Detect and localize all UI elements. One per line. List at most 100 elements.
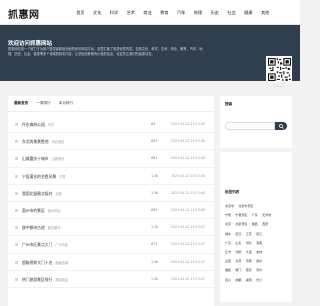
article-title[interactable]: 宁夏著名的名胜风景 宁夏 bbox=[22, 174, 66, 180]
nav-item-home[interactable]: 首页 bbox=[72, 10, 89, 16]
publish-date: 2023-04-22 15:13:48 bbox=[171, 190, 205, 195]
tag-link[interactable]: 西安 bbox=[262, 222, 268, 226]
tab-weekly[interactable]: 一周排行 bbox=[36, 101, 50, 106]
tag-link[interactable]: 河南 bbox=[246, 259, 252, 263]
view-count: 681 bbox=[151, 156, 158, 161]
article-title[interactable]: 东北的美景胜地 东北地区 bbox=[22, 139, 64, 145]
article-title[interactable]: 山城重庆十城市 山城重庆 bbox=[22, 156, 64, 162]
tag-link[interactable]: 吉林 bbox=[256, 250, 262, 254]
view-count: 1.3k bbox=[151, 190, 159, 195]
list-item[interactable]: 丹东森林公园 丹东 84 2023-04-22 15:13:49 bbox=[8, 116, 214, 134]
tag-link[interactable]: 北京 bbox=[225, 222, 231, 226]
tag-link[interactable]: 广东 bbox=[252, 213, 258, 217]
tag-link[interactable]: 北京景区 bbox=[235, 222, 247, 226]
nav-item-science[interactable]: 科学 bbox=[106, 10, 123, 16]
bullet-icon bbox=[15, 191, 18, 195]
tag-link[interactable]: 太原 bbox=[235, 259, 241, 263]
list-item[interactable]: 东北的美景胜地 东北地区 852 2023-04-22 15:13:48 bbox=[8, 133, 214, 151]
tag-link[interactable]: 厦门 bbox=[235, 268, 241, 272]
tag-link[interactable]: 福建 bbox=[225, 268, 231, 272]
article-tag: 丹东 bbox=[47, 123, 55, 127]
tag-link[interactable]: 长沙 bbox=[256, 278, 262, 282]
tag-link[interactable]: 郑州 bbox=[256, 259, 262, 263]
article-title[interactable]: 热门旅游景区排行 旅游景区 bbox=[22, 277, 68, 283]
list-item[interactable]: 山城重庆十城市 山城重庆 681 2023-04-22 15:13:48 bbox=[8, 150, 214, 168]
list-item[interactable]: 热门旅游景区排行 旅游景区 1.0k 2023-04-22 15:13:47 bbox=[8, 271, 214, 288]
article-title[interactable]: 丹东森林公园 丹东 bbox=[22, 122, 54, 128]
nav-item-history[interactable]: 历史 bbox=[206, 10, 223, 16]
tag-link[interactable]: 北京市景区 bbox=[238, 204, 253, 208]
article-title-text: 惠州市的景区 bbox=[22, 207, 45, 213]
nav-item-society[interactable]: 社会 bbox=[223, 10, 240, 16]
bullet-icon bbox=[15, 123, 18, 126]
tag-row: 北京市 ◦ 北京市景区 bbox=[225, 202, 289, 211]
tag-link[interactable]: 山西 bbox=[225, 259, 231, 263]
tag-link[interactable]: 湖南 bbox=[246, 278, 252, 282]
view-count: 695 bbox=[151, 207, 158, 212]
separator-icon: ◦ bbox=[242, 241, 246, 245]
list-item[interactable]: 陕中都市古迹 陕中都市 1.0k 2023-04-22 15:13:47 bbox=[8, 219, 214, 237]
tag-link[interactable]: 北京市 bbox=[225, 204, 234, 208]
article-title[interactable]: 陕中都市古迹 陕中都市 bbox=[22, 225, 61, 231]
article-title[interactable]: 我国北极圈北极村 北极 bbox=[22, 191, 62, 197]
tag-link[interactable]: 河北 bbox=[246, 241, 252, 245]
nav-item-art[interactable]: 艺术 bbox=[122, 10, 139, 16]
nav-item-education[interactable]: 教育 bbox=[156, 10, 173, 16]
list-item[interactable]: 惠州市的景区 惠州市区 695 2023-04-22 15:13:48 bbox=[8, 202, 214, 220]
separator-icon: ◦ bbox=[248, 223, 252, 227]
article-title[interactable]: 超级榜样大门十名 超级名城 bbox=[22, 260, 68, 266]
tag-link[interactable]: 成都 bbox=[235, 278, 241, 282]
tab-latest[interactable]: 最新发布 bbox=[14, 101, 28, 106]
tag-link[interactable]: 南京 bbox=[246, 268, 252, 272]
tag-link[interactable]: 陕西 bbox=[252, 222, 258, 226]
nav-item-other[interactable]: 其他 bbox=[257, 10, 274, 16]
search-button[interactable] bbox=[275, 122, 287, 130]
tag-link[interactable]: 广东 bbox=[225, 241, 231, 245]
tag-link[interactable]: 辽宁 bbox=[225, 250, 231, 254]
list-item[interactable]: 超级榜样大门十名 超级名城 1.5k 2023-04-22 15:13:47 bbox=[8, 254, 214, 271]
search-input[interactable] bbox=[225, 122, 275, 130]
qr-code-icon bbox=[267, 57, 291, 81]
tag-link[interactable]: 江苏 bbox=[246, 232, 252, 236]
nav-item-health[interactable]: 健康 bbox=[240, 10, 257, 16]
tag-link[interactable]: 苏州 bbox=[256, 268, 262, 272]
list-item[interactable]: 宁夏著名的名胜风景 宁夏 1.4k 2023-04-22 15:13:48 bbox=[8, 168, 214, 185]
tag-link[interactable]: 浙江 bbox=[256, 232, 262, 236]
nav-item-auto[interactable]: 汽车 bbox=[173, 10, 190, 16]
bullet-icon bbox=[15, 260, 18, 264]
tag-link[interactable]: 宁夏景区 bbox=[235, 213, 247, 217]
nav-item-business[interactable]: 商业 bbox=[139, 10, 156, 16]
tag-link[interactable]: 宁夏 bbox=[225, 213, 231, 217]
tab-monthly[interactable]: 本月排行 bbox=[59, 101, 73, 106]
separator-icon: ◦ bbox=[242, 278, 246, 282]
list-item[interactable]: 广州市区景点大门 广州市区 672 2023-04-22 15:13:47 bbox=[8, 236, 214, 254]
article-title-text: 广州市区景点大门 bbox=[22, 242, 53, 248]
site-header: 抓惠网 首页 文化 科学 艺术 商业 教育 汽车 地理 历史 社会 健康 其他 bbox=[0, 0, 300, 25]
tag-link[interactable]: 天津市 bbox=[262, 213, 271, 217]
site-logo[interactable]: 抓惠网 bbox=[8, 6, 40, 21]
tag-row: 山西 ◦ 太原 ◦ 河南 ◦ 郑州 bbox=[225, 257, 289, 266]
tag-link[interactable]: 海南 bbox=[256, 241, 262, 245]
tags-panel: 标签列表 北京市 ◦ 北京市景区 宁夏 ◦ 宁夏景区 ◦ 广东 ◦ 天津市 北京 ◦… bbox=[220, 152, 292, 302]
nav-item-culture[interactable]: 文化 bbox=[89, 10, 106, 16]
article-tag: 超级名城 bbox=[55, 260, 69, 265]
tag-link[interactable]: 湖北 bbox=[225, 232, 231, 236]
tag-link[interactable]: 沈阳 bbox=[235, 250, 241, 254]
qr-code bbox=[266, 56, 292, 82]
tag-link[interactable]: 山东 bbox=[235, 241, 241, 245]
separator-icon: ◦ bbox=[248, 214, 252, 218]
tag-list: 北京市 ◦ 北京市景区宁夏 ◦ 宁夏景区 ◦ 广东 ◦ 天津市北京 ◦ 北京景区… bbox=[225, 202, 289, 285]
tag-row: 辽宁 ◦ 沈阳 ◦ 大连 ◦ 吉林 bbox=[225, 248, 289, 257]
article-title[interactable]: 广州市区景点大门 广州市区 bbox=[22, 242, 68, 248]
tag-link[interactable]: 武汉 bbox=[235, 232, 241, 236]
list-item[interactable]: 我国北极圈北极村 北极 1.3k 2023-04-22 15:13:48 bbox=[8, 185, 214, 202]
article-title[interactable]: 惠州市的景区 惠州市区 bbox=[22, 208, 61, 214]
tag-link[interactable]: 四川 bbox=[225, 278, 231, 282]
nav-item-geography[interactable]: 地理 bbox=[190, 10, 207, 16]
article-tag: 旅游景区 bbox=[55, 277, 69, 282]
article-title-text: 丹东森林公园 bbox=[22, 122, 45, 127]
tag-link[interactable]: 大连 bbox=[246, 250, 252, 254]
view-count: 1.4k bbox=[151, 173, 159, 178]
article-tag: 山城重庆 bbox=[51, 157, 65, 162]
search-box bbox=[225, 122, 287, 130]
